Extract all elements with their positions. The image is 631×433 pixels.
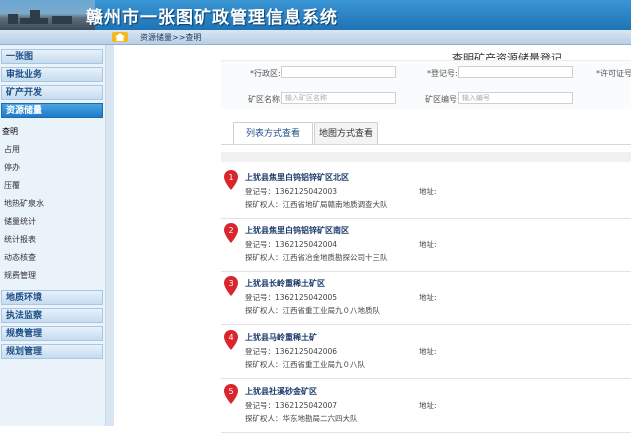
mine-name-link[interactable]: 上犹县社溪砂金矿区 <box>245 386 317 397</box>
registration-number: 登记号：1362125042006 <box>245 347 338 356</box>
mine-name-link[interactable]: 上犹县长岭重稀土矿区 <box>245 278 325 289</box>
nav-resource-reserves[interactable]: 资源储量 <box>1 103 103 118</box>
list-header-strip <box>221 152 631 162</box>
address-label: 地址: <box>419 401 437 410</box>
main-content: 查明矿产资源储量登记 *行政区: *登记号: *许可证号: 矿区名称: 输入矿区… <box>115 45 631 433</box>
permit-no-label: *许可证号: <box>596 69 631 78</box>
admin-region-input[interactable] <box>281 66 396 78</box>
admin-region-label: *行政区: <box>250 69 281 78</box>
tabs-divider <box>221 144 631 145</box>
pin-number: 5 <box>228 387 233 396</box>
subnav-chaming[interactable]: 查明 <box>2 126 18 137</box>
map-pin-icon: 4 <box>224 330 238 350</box>
subnav-geothermal[interactable]: 地热矿泉水 <box>4 198 44 209</box>
app-title: 赣州市一张图矿政管理信息系统 <box>86 8 338 28</box>
result-item[interactable]: 4 上犹县马岭重稀土矿登记号：1362125042006 探矿权人：江西省重工业局九… <box>221 326 631 379</box>
subnav-zhanyong[interactable]: 占用 <box>4 144 20 155</box>
search-form: *行政区: *登记号: *许可证号: 矿区名称: 输入矿区名称 矿区编号: 输入… <box>221 60 631 109</box>
subnav-tingban[interactable]: 停办 <box>4 162 20 173</box>
map-pin-icon: 5 <box>224 384 238 404</box>
nav-law-enforcement[interactable]: 执法监察 <box>1 308 103 323</box>
subnav-stat-report[interactable]: 统计报表 <box>4 234 36 245</box>
address-label: 地址: <box>419 347 437 356</box>
reg-no-input[interactable] <box>458 66 573 78</box>
breadcrumb: 资源储量>>查明 <box>140 33 202 42</box>
reg-no-label: *登记号: <box>427 69 458 78</box>
registration-number: 登记号：1362125042007 <box>245 401 338 410</box>
nav-approval[interactable]: 审批业务 <box>1 67 103 82</box>
registration-number: 登记号：1362125042005 <box>245 293 338 302</box>
app-header: 赣州市一张图矿政管理信息系统 <box>0 0 631 30</box>
nav-fee-management[interactable]: 规费管理 <box>1 326 103 341</box>
exploration-rights-holder: 探矿权人：江西省地矿局赣南地质调查大队 <box>245 200 388 209</box>
mine-name-input[interactable]: 输入矿区名称 <box>281 92 396 104</box>
result-item[interactable]: 3 上犹县长岭重稀土矿区登记号：1362125042005 探矿权人：江西省重工业局… <box>221 272 631 325</box>
header-city-image <box>0 0 95 30</box>
subnav-dynamic-check[interactable]: 动态核查 <box>4 252 36 263</box>
registration-number: 登记号：1362125042003 <box>245 187 338 196</box>
exploration-rights-holder: 探矿权人：华东地勘局二六四大队 <box>245 414 358 423</box>
mine-name-label: 矿区名称: <box>248 95 283 104</box>
exploration-rights-holder: 探矿权人：江西省重工业局九０八队 <box>245 360 365 369</box>
pin-number: 3 <box>228 279 233 288</box>
sidebar-splitter[interactable] <box>106 45 114 426</box>
map-pin-icon: 1 <box>224 170 238 190</box>
map-pin-icon: 3 <box>224 276 238 296</box>
subnav-reserve-stats[interactable]: 储量统计 <box>4 216 36 227</box>
mine-name-link[interactable]: 上犹县焦里白钨铝锌矿区北区 <box>245 172 349 183</box>
subnav-yafu[interactable]: 压覆 <box>4 180 20 191</box>
exploration-rights-holder: 探矿权人：江西省重工业局九０八地质队 <box>245 306 380 315</box>
nav-geo-environment[interactable]: 地质环境 <box>1 290 103 305</box>
result-item[interactable]: 1 上犹县焦里白钨铝锌矿区北区 登记号：1362125042003 探矿权人：江西省地… <box>221 166 631 219</box>
pin-number: 1 <box>228 173 233 182</box>
mine-name-link[interactable]: 上犹县马岭重稀土矿 <box>245 332 317 343</box>
registration-number: 登记号：1362125042004 <box>245 240 338 249</box>
nav-yizhangtu[interactable]: 一张图 <box>1 49 103 64</box>
address-label: 地址: <box>419 187 437 196</box>
home-icon[interactable] <box>112 32 128 42</box>
result-item[interactable]: 2 上犹县焦里白钨铝锌矿区南区 登记号：1362125042004 探矿权人：江西省冶… <box>221 219 631 272</box>
sidebar: 一张图 审批业务 矿产开发 资源储量 查明 占用 停办 压覆 地热矿泉水 储量统… <box>0 45 106 426</box>
tab-list-view[interactable]: 列表方式查看 <box>233 122 313 145</box>
address-label: 地址: <box>419 293 437 302</box>
breadcrumb-bar: 资源储量>>查明 <box>0 30 631 45</box>
subnav-fee-management[interactable]: 规费管理 <box>4 270 36 281</box>
mine-no-input[interactable]: 输入编号 <box>458 92 573 104</box>
exploration-rights-holder: 探矿权人：江西省冶金地质勘探公司十三队 <box>245 253 388 262</box>
mine-name-link[interactable]: 上犹县焦里白钨铝锌矿区南区 <box>245 225 349 236</box>
nav-planning[interactable]: 规划管理 <box>1 344 103 359</box>
result-item[interactable]: 5 上犹县社溪砂金矿区登记号：1362125042007 探矿权人：华东地勘局二六四… <box>221 380 631 433</box>
mine-no-label: 矿区编号: <box>425 95 460 104</box>
nav-mining-development[interactable]: 矿产开发 <box>1 85 103 100</box>
address-label: 地址: <box>419 240 437 249</box>
tab-map-view[interactable]: 地图方式查看 <box>314 122 378 144</box>
map-pin-icon: 2 <box>224 223 238 243</box>
pin-number: 4 <box>228 333 233 342</box>
pin-number: 2 <box>228 226 233 235</box>
